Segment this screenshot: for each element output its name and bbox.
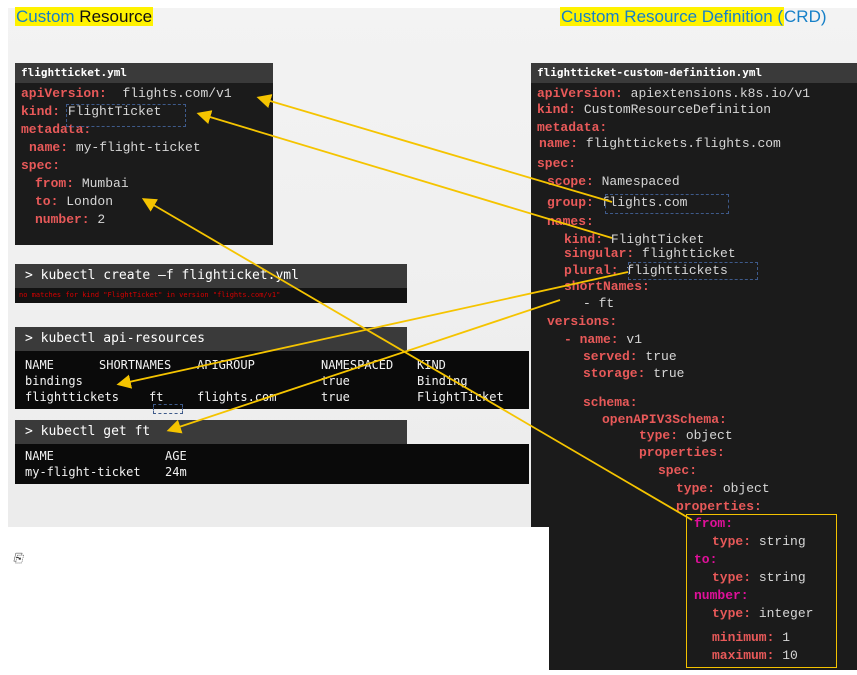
- crd-line-kind: kind: CustomResourceDefinition: [537, 102, 772, 117]
- get-ft-output: NAME AGE my-flight-ticket 24m: [15, 444, 529, 484]
- crd-line-storage: storage: true: [583, 366, 685, 381]
- table-cell: true: [321, 374, 350, 388]
- yaml-line-apiversion: apiVersion: flights.com/v1: [21, 86, 232, 101]
- crd-line-names: names:: [547, 214, 594, 229]
- create-command-text: > kubectl create –f flighticket.yml: [25, 268, 299, 283]
- col-header-apigroup: APIGROUP: [197, 358, 255, 372]
- flightticket-filename: flightticket.yml: [21, 66, 127, 79]
- crd-line-scope: scope: Namespaced: [547, 174, 680, 189]
- crd-line-type-object: type: object: [639, 428, 733, 443]
- properties-highlight-box: [686, 514, 837, 668]
- crd-line-spec-prop: spec:: [658, 463, 698, 478]
- crd-line-singular: singular: flightticket: [564, 246, 736, 261]
- group-highlight-box: [605, 194, 729, 214]
- crd-line-spec-type: type: object: [676, 481, 770, 496]
- crd-line-name: name: flighttickets.flights.com: [539, 136, 781, 151]
- table-cell: bindings: [25, 374, 83, 388]
- crd-yaml-panel: apiVersion: apiextensions.k8s.io/v1 kind…: [531, 83, 857, 527]
- crd-line-version-name: - name: v1: [564, 332, 643, 347]
- table-cell: ft: [149, 390, 164, 404]
- crd-line-spec: spec:: [537, 156, 577, 171]
- table-cell: flighttickets: [25, 390, 119, 404]
- link-icon[interactable]: ⎘: [13, 551, 23, 566]
- get-ft-command-bar: > kubectl get ft: [15, 420, 407, 444]
- crd-line-shortnames: shortNames:: [564, 279, 650, 294]
- col-header-kind: KIND: [417, 358, 446, 372]
- table-cell: my-flight-ticket: [25, 465, 141, 479]
- ft-highlight-box: [153, 404, 183, 414]
- api-resources-output: NAME SHORTNAMES APIGROUP NAMESPACED KIND…: [15, 351, 529, 409]
- table-cell: flights.com: [197, 390, 277, 404]
- yaml-line-from: from: Mumbai: [35, 176, 129, 191]
- table-cell: FlightTicket: [417, 390, 504, 404]
- crd-line-served: served: true: [583, 349, 677, 364]
- api-resources-command-bar: > kubectl api-resources: [15, 327, 407, 351]
- flightticket-file-header: flightticket.yml: [15, 63, 273, 83]
- crd-filename: flightticket-custom-definition.yml: [537, 66, 763, 79]
- yaml-line-number: number: 2: [35, 212, 106, 227]
- col-header-shortnames: SHORTNAMES: [99, 358, 172, 372]
- api-resources-command-text: > kubectl api-resources: [25, 331, 206, 346]
- table-cell: Binding: [417, 374, 468, 388]
- get-ft-command-text: > kubectl get ft: [25, 424, 151, 439]
- yaml-line-spec: spec:: [21, 158, 61, 173]
- crd-line-schema: schema:: [583, 395, 638, 410]
- col-header-namespaced: NAMESPACED: [321, 358, 394, 372]
- create-error-output: no matches for kind "FlightTicket" in ve…: [15, 288, 407, 303]
- title-crd: Custom Resource Definition (CRD): [560, 7, 827, 26]
- col-header-name: NAME: [25, 449, 54, 463]
- create-command-bar: > kubectl create –f flighticket.yml: [15, 264, 407, 288]
- crd-line-versions: versions:: [547, 314, 618, 329]
- table-cell: 24m: [165, 465, 187, 479]
- crd-line-properties: properties:: [639, 445, 725, 460]
- col-header-name: NAME: [25, 358, 54, 372]
- yaml-line-name: name: my-flight-ticket: [29, 140, 201, 155]
- yaml-line-to: to: London: [35, 194, 114, 209]
- kind-highlight-box: [66, 104, 186, 127]
- create-error-text: no matches for kind "FlightTicket" in ve…: [19, 291, 281, 299]
- title-custom-resource: Custom Resource: [15, 7, 154, 26]
- crd-line-shortnames-item: - ft: [583, 296, 615, 311]
- plural-highlight-box: [628, 262, 758, 280]
- crd-file-header: flightticket-custom-definition.yml: [531, 63, 857, 83]
- col-header-age: AGE: [165, 449, 187, 463]
- table-cell: true: [321, 390, 350, 404]
